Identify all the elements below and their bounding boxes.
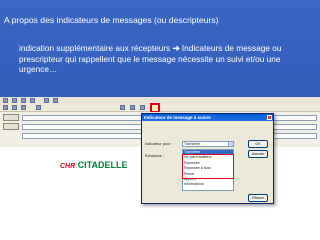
toolbar-icon bbox=[130, 105, 135, 110]
indicator-select[interactable]: Transférer bbox=[182, 141, 234, 147]
due-date-label: Échéance : bbox=[145, 154, 164, 158]
slide: A propos des indicateurs de messages (ou… bbox=[0, 0, 320, 240]
toolbar-icon bbox=[120, 105, 125, 110]
clear-button[interactable]: Effacer bbox=[248, 194, 268, 202]
list-item[interactable]: Informations bbox=[183, 182, 233, 187]
slide-body: indication supplémentaire aux récepteurs… bbox=[19, 43, 315, 75]
indicator-label: Indicateur pour : bbox=[145, 142, 173, 146]
indicator-options-list: Transférer Ne pas transférer Répondre Ré… bbox=[182, 149, 234, 191]
flag-dialog: Indicateur de message à suivre Indicateu… bbox=[141, 113, 274, 204]
chevron-down-icon bbox=[228, 142, 233, 146]
close-icon[interactable] bbox=[267, 115, 272, 120]
toolbar-icon bbox=[3, 98, 8, 103]
to-button[interactable] bbox=[3, 114, 19, 121]
body-text-start: indication supplémentaire aux récepteurs bbox=[19, 43, 173, 53]
toolbar-icon bbox=[44, 98, 49, 103]
arrow-icon: ➔ bbox=[172, 43, 180, 53]
toolbar-icon bbox=[12, 105, 17, 110]
toolbar-icon bbox=[3, 105, 8, 110]
cc-button[interactable] bbox=[3, 123, 19, 130]
toolbar-icon bbox=[36, 105, 41, 110]
toolbar-icon bbox=[12, 98, 17, 103]
outlook-screenshot: CHR CITADELLE Indicateur de message à su… bbox=[0, 97, 320, 240]
dialog-title: Indicateur de message à suivre bbox=[142, 114, 273, 121]
ok-button[interactable]: OK bbox=[248, 140, 268, 148]
logo-citadelle: CITADELLE bbox=[77, 160, 128, 170]
formatting-toolbar bbox=[0, 104, 320, 112]
toolbar-icon bbox=[53, 98, 58, 103]
toolbar-icon bbox=[21, 98, 26, 103]
indicator-select-value: Transférer bbox=[184, 142, 201, 146]
toolbar-icon bbox=[30, 98, 35, 103]
toolbar-icon bbox=[21, 105, 26, 110]
logo-chr: CHR bbox=[60, 163, 76, 170]
chr-citadelle-logo: CHR CITADELLE bbox=[60, 160, 128, 170]
toolbar-icon bbox=[140, 105, 145, 110]
slide-title: A propos des indicateurs de messages (ou… bbox=[4, 15, 219, 25]
cancel-button[interactable]: Annuler bbox=[248, 150, 268, 158]
